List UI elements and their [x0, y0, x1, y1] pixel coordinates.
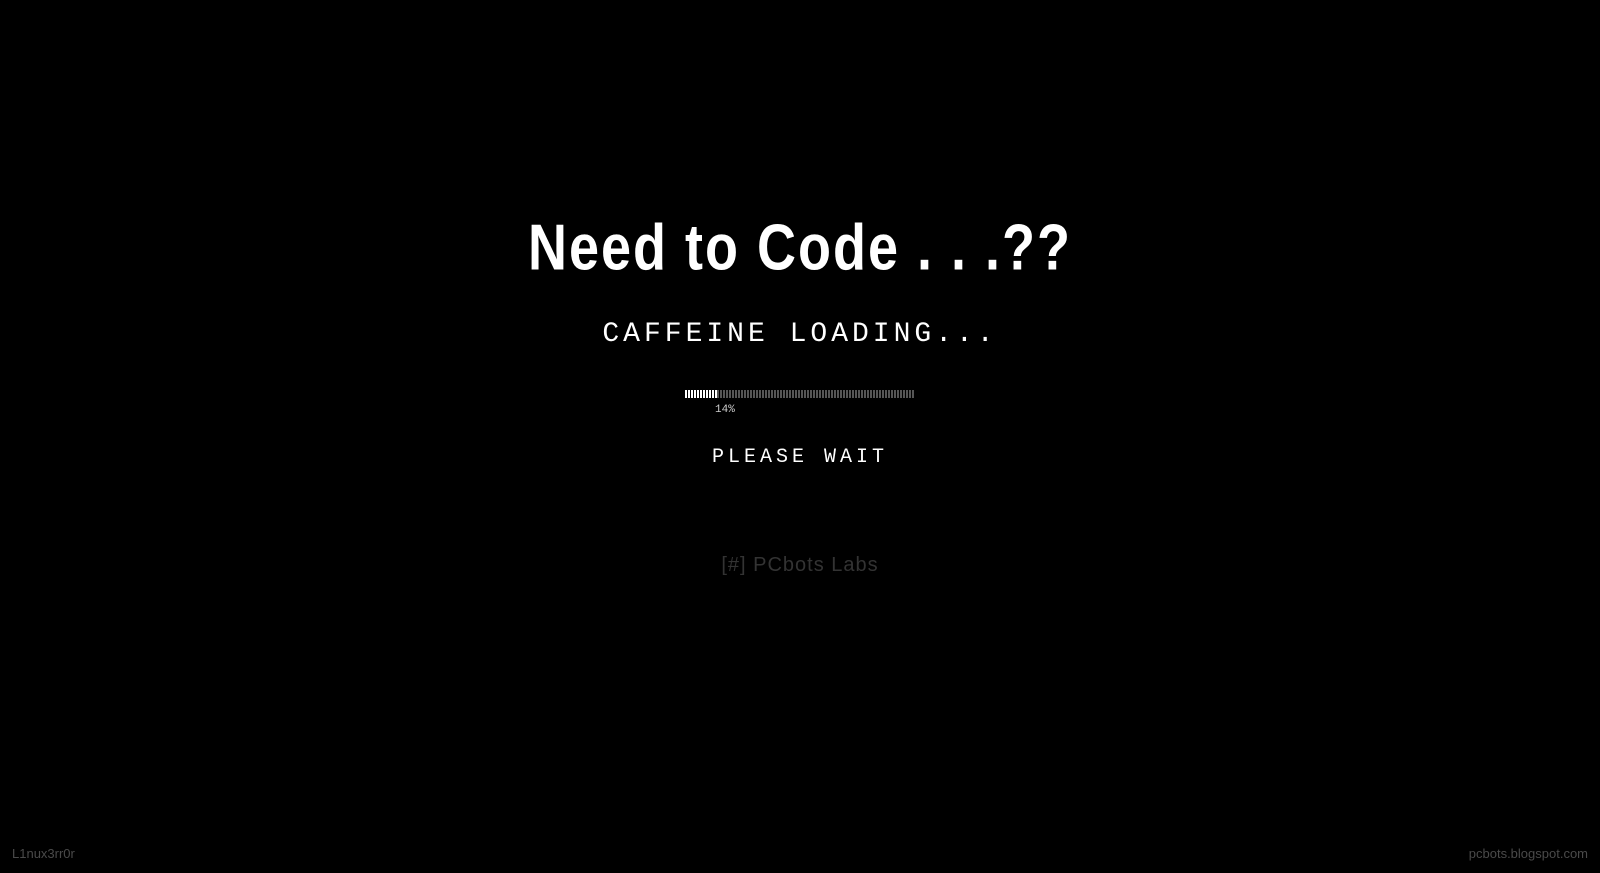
footer-right-text: pcbots.blogspot.com [1469, 846, 1588, 861]
progress-filled [685, 390, 717, 398]
progress-empty [717, 390, 915, 398]
progress-bar [685, 390, 915, 398]
please-wait-text: PLEASE WAIT [712, 446, 888, 469]
wallpaper-content: Need to Code . . .?? CAFFEINE LOADING...… [0, 217, 1600, 577]
progress-percent-label: 14% [715, 404, 735, 416]
footer-left-text: L1nux3rr0r [12, 846, 75, 861]
loading-text: CAFFEINE LOADING... [602, 319, 997, 350]
progress-container: 14% [685, 390, 915, 416]
credits-text: [#] PCbots Labs [721, 554, 878, 577]
heading-text: Need to Code . . .?? [528, 210, 1072, 284]
